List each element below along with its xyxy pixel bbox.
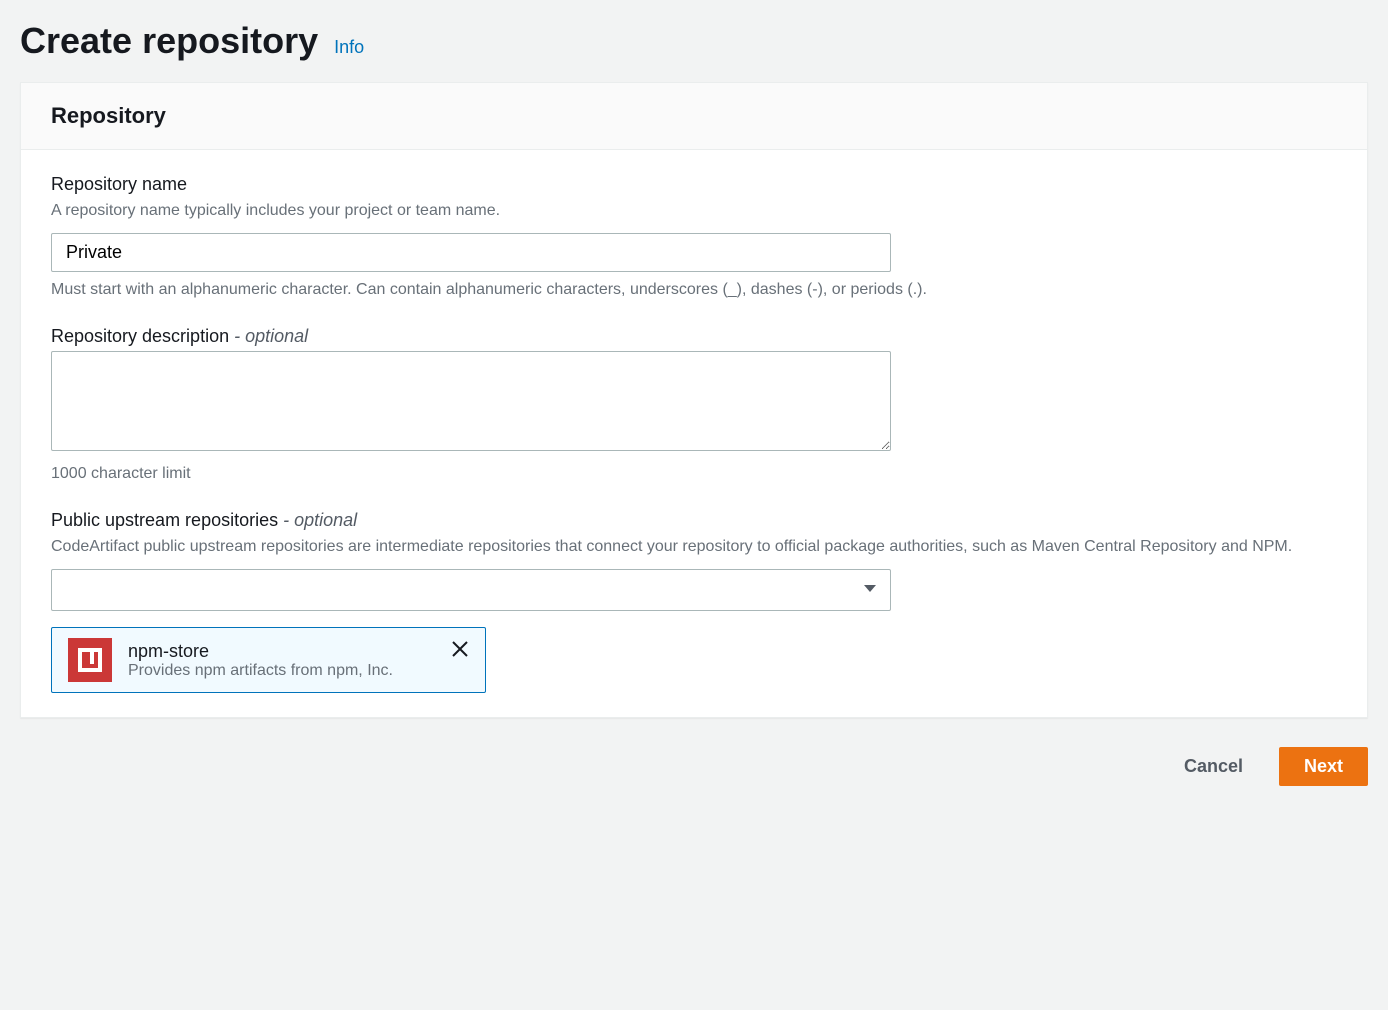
card-header: Repository: [21, 83, 1367, 150]
optional-suffix: - optional: [229, 326, 308, 346]
close-icon[interactable]: [449, 638, 471, 664]
repository-description-constraint: 1000 character limit: [51, 462, 1337, 486]
next-button[interactable]: Next: [1279, 747, 1368, 786]
upstream-help: CodeArtifact public upstream repositorie…: [51, 535, 1337, 559]
upstream-label: Public upstream repositories - optional: [51, 510, 1337, 531]
repository-name-help: A repository name typically includes you…: [51, 199, 1337, 223]
npm-icon: [68, 638, 112, 682]
upstream-repositories-group: Public upstream repositories - optional …: [51, 510, 1337, 693]
upstream-select[interactable]: [51, 569, 891, 611]
repository-description-label-text: Repository description: [51, 326, 229, 346]
upstream-label-text: Public upstream repositories: [51, 510, 278, 530]
repository-description-label: Repository description - optional: [51, 326, 1337, 347]
repository-name-constraint: Must start with an alphanumeric characte…: [51, 278, 1337, 302]
repository-card: Repository Repository name A repository …: [20, 82, 1368, 718]
repository-name-label: Repository name: [51, 174, 1337, 195]
repository-description-input[interactable]: [51, 351, 891, 451]
page-title: Create repository: [20, 20, 318, 62]
repository-name-input[interactable]: [51, 233, 891, 272]
footer-actions: Cancel Next: [20, 746, 1368, 787]
optional-suffix: - optional: [278, 510, 357, 530]
upstream-chip-npm-store: npm-store Provides npm artifacts from np…: [51, 627, 486, 693]
repository-name-group: Repository name A repository name typica…: [51, 174, 1337, 302]
card-title: Repository: [51, 103, 1337, 129]
chip-title: npm-store: [128, 641, 469, 662]
info-link[interactable]: Info: [334, 37, 364, 58]
chip-description: Provides npm artifacts from npm, Inc.: [128, 662, 469, 680]
repository-description-group: Repository description - optional 1000 c…: [51, 326, 1337, 486]
cancel-button[interactable]: Cancel: [1164, 746, 1263, 787]
